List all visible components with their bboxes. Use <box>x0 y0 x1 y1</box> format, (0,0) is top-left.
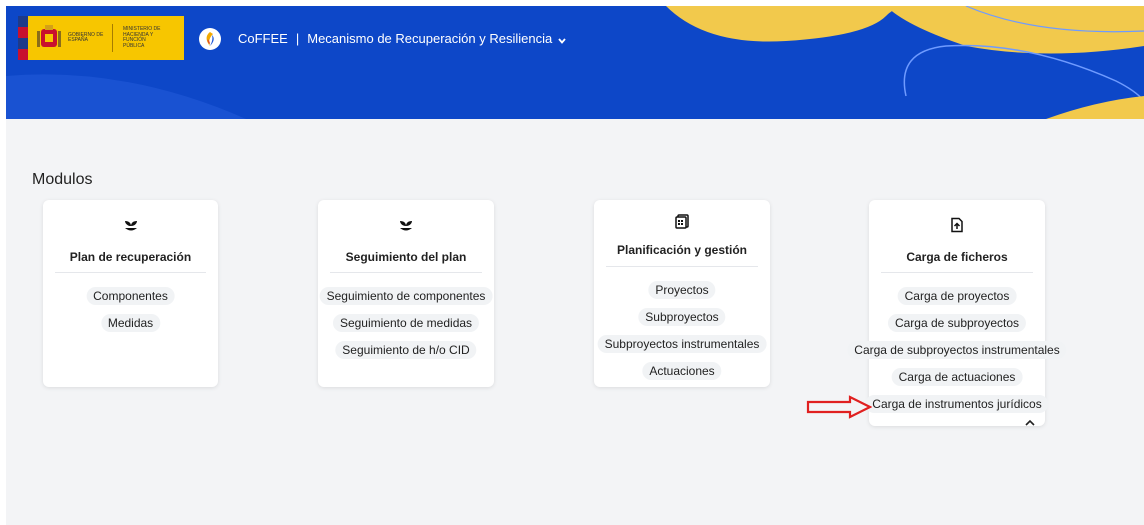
app-name: CoFFEE <box>238 31 288 46</box>
module-link-componentes[interactable]: Componentes <box>86 287 175 305</box>
module-card-seguimiento-plan: Seguimiento del plan Seguimiento de comp… <box>318 200 494 387</box>
module-title: Planificación y gestión <box>616 243 748 257</box>
coat-of-arms-icon <box>36 23 62 53</box>
module-link-subproyectos[interactable]: Subproyectos <box>638 308 726 326</box>
module-link-actuaciones[interactable]: Actuaciones <box>642 362 722 380</box>
program-name: Mecanismo de Recuperación y Resiliencia <box>307 31 553 46</box>
coffee-logo-icon <box>199 28 221 50</box>
calculator-icon <box>674 213 690 229</box>
module-link-proyectos[interactable]: Proyectos <box>648 281 716 299</box>
chevron-up-icon[interactable] <box>1025 419 1035 427</box>
top-banner: GOBIERNO DE ESPAÑA MINISTERIO DE HACIEND… <box>6 6 1144 119</box>
module-link-seguimiento-cid[interactable]: Seguimiento de h/o CID <box>335 341 477 359</box>
gobierno-text: GOBIERNO DE ESPAÑA <box>68 31 104 43</box>
module-title: Carga de ficheros <box>906 250 1008 264</box>
module-link-carga-subproyectos-instrumentales[interactable]: Carga de subproyectos instrumentales <box>847 341 1067 359</box>
module-card-carga-ficheros: Carga de ficheros Carga de proyectos Car… <box>847 200 1067 426</box>
module-link-seguimiento-medidas[interactable]: Seguimiento de medidas <box>332 314 480 332</box>
file-upload-icon <box>949 217 965 233</box>
app-title[interactable]: CoFFEE | Mecanismo de Recuperación y Resil… <box>238 31 552 46</box>
module-link-carga-subproyectos[interactable]: Carga de subproyectos <box>887 314 1027 332</box>
government-logo: GOBIERNO DE ESPAÑA MINISTERIO DE HACIEND… <box>18 16 184 60</box>
sprout-icon <box>123 217 139 233</box>
module-link-subproyectos-instrumentales[interactable]: Subproyectos instrumentales <box>597 335 767 353</box>
title-separator: | <box>295 31 300 46</box>
module-title: Seguimiento del plan <box>345 250 467 264</box>
section-title: Modulos <box>32 171 93 188</box>
ministerio-text: MINISTERIO DE HACIENDA Y FUNCIÓN PÚBLICA <box>123 26 161 49</box>
module-card-planificacion-gestion: Planificación y gestión Proyectos Subpro… <box>594 200 770 387</box>
chevron-down-icon[interactable] <box>557 33 567 44</box>
module-link-seguimiento-componentes[interactable]: Seguimiento de componentes <box>319 287 493 305</box>
module-link-carga-actuaciones[interactable]: Carga de actuaciones <box>891 368 1023 386</box>
module-title: Plan de recuperación <box>69 250 192 264</box>
app-frame: GOBIERNO DE ESPAÑA MINISTERIO DE HACIEND… <box>6 6 1144 525</box>
module-link-medidas[interactable]: Medidas <box>100 314 161 332</box>
module-card-plan-recuperacion: Plan de recuperación Componentes Medidas <box>43 200 218 387</box>
eu-flag-stripe <box>18 16 28 60</box>
module-link-carga-proyectos[interactable]: Carga de proyectos <box>897 287 1017 305</box>
module-link-carga-instrumentos-juridicos[interactable]: Carga de instrumentos jurídicos <box>865 395 1049 413</box>
annotation-arrow-icon <box>806 395 872 419</box>
sprout-icon <box>398 217 414 233</box>
